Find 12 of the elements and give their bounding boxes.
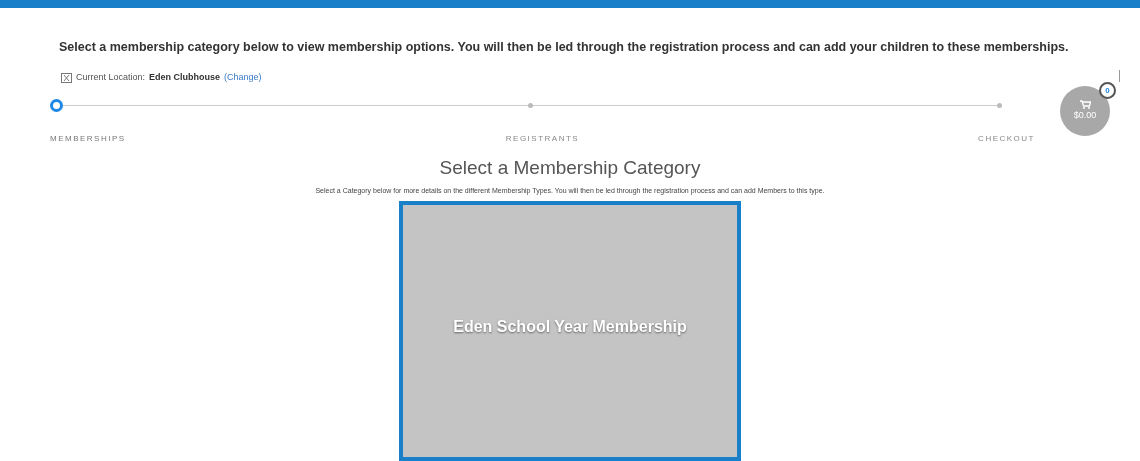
step-label: MEMBERSHIPS (50, 134, 126, 144)
intro-text: Select a membership category below to view membership options. You will then be led through the registration process and can add your children to these memberships. (59, 39, 1070, 56)
scroll-indicator (1119, 70, 1120, 82)
step-label: CHECKOUT (978, 134, 1035, 144)
section-heading: Select a Membership Category (438, 156, 702, 181)
category-card[interactable]: Eden School Year Membership (399, 201, 741, 461)
cart-icon (1079, 100, 1091, 109)
cart-count-badge: 0 (1099, 82, 1116, 100)
location-label: Current Location: (76, 70, 146, 84)
step-label: REGISTRANTS (505, 134, 580, 144)
change-link[interactable]: (Change) (224, 70, 262, 85)
location-name: Eden Clubhouse (149, 70, 221, 84)
